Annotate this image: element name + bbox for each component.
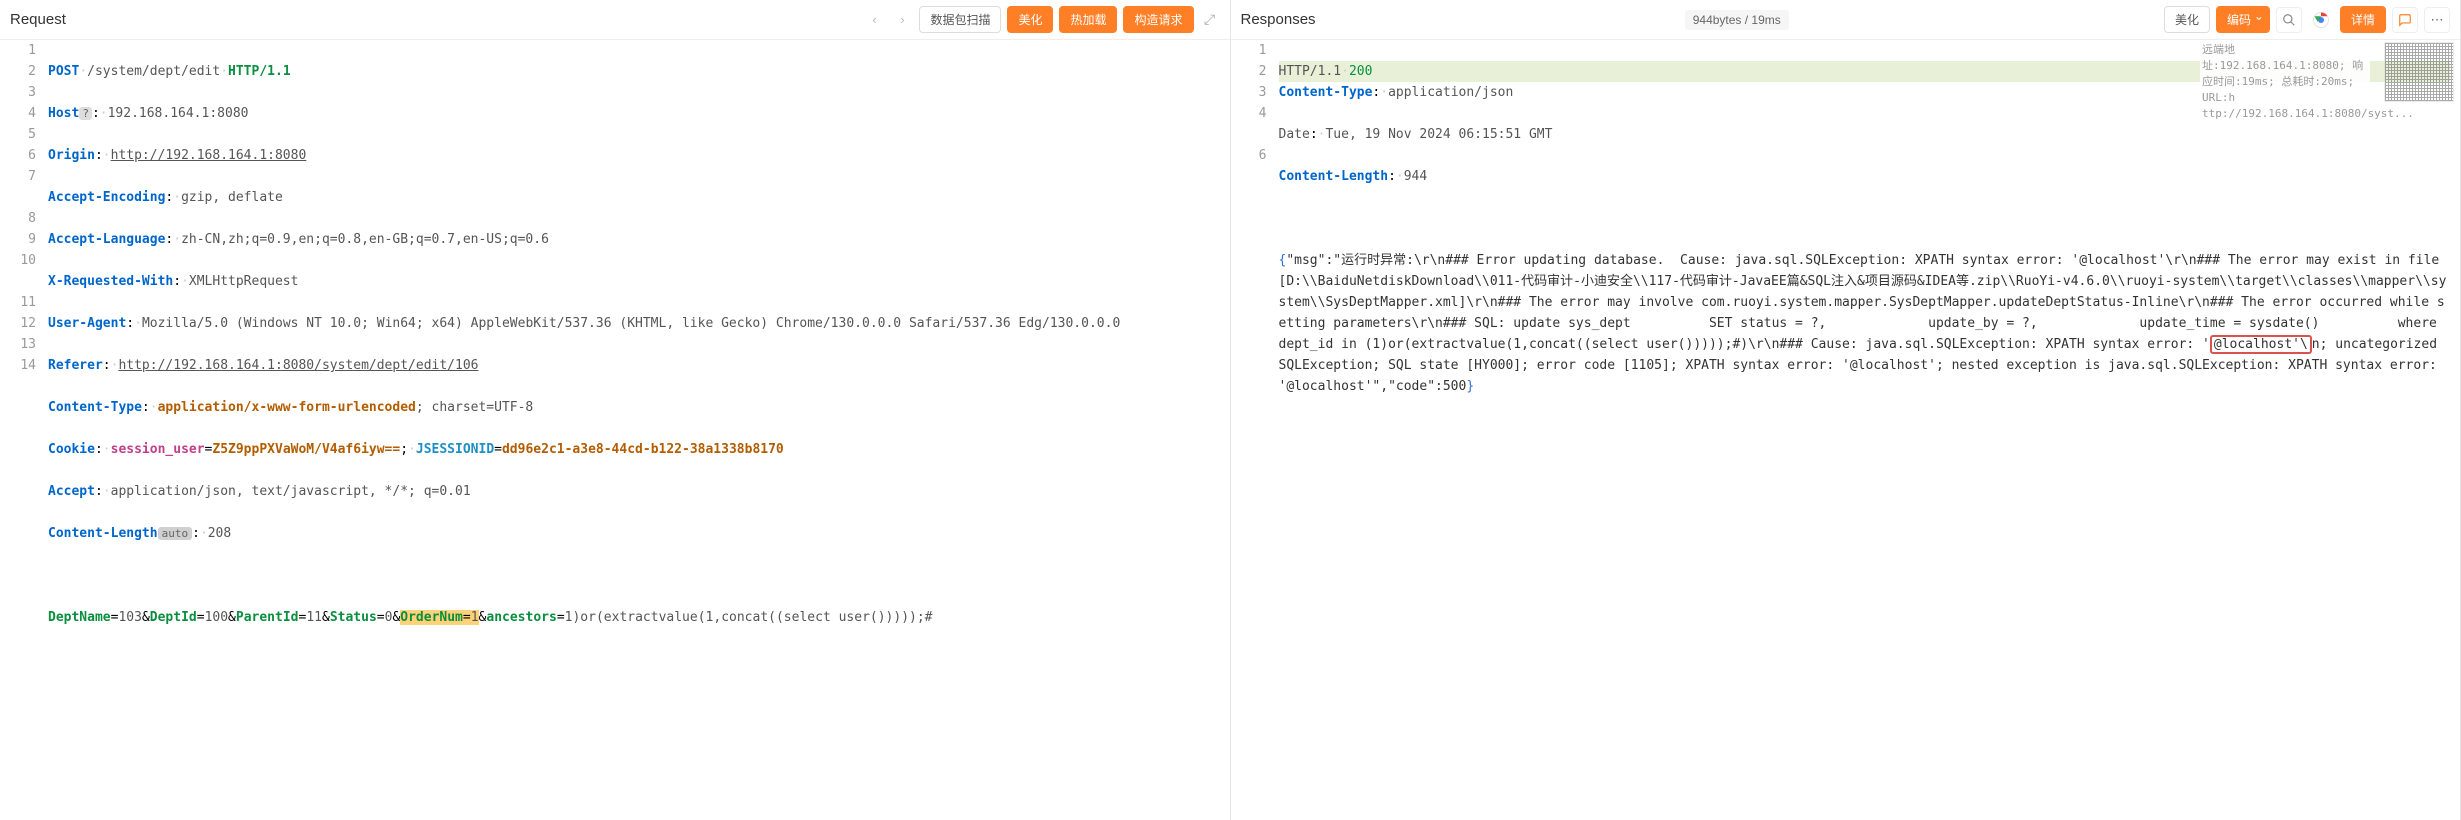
host-value: 192.168.164.1:8080 (108, 106, 249, 121)
response-gutter: 12346 (1231, 40, 1279, 820)
response-body[interactable]: {"msg":"运行时异常:\r\n### Error updating dat… (1279, 250, 2451, 397)
search-highlight: OrderNum=1 (400, 610, 478, 625)
http-method: POST (48, 64, 79, 79)
chrome-icon[interactable] (2308, 7, 2334, 33)
response-title: Responses (1241, 11, 1316, 28)
search-icon[interactable] (2276, 7, 2302, 33)
resp-date-hdr: Date (1279, 127, 1310, 142)
resp-beautify-button[interactable]: 美化 (2164, 6, 2210, 33)
response-panel: Responses 944bytes / 19ms 美化 编码 详情 ⋯ 远端地… (1231, 0, 2461, 820)
request-title: Request (10, 11, 66, 28)
response-toolbar: Responses 944bytes / 19ms 美化 编码 详情 ⋯ (1231, 0, 2461, 40)
hdr-origin: Origin (48, 148, 95, 163)
hdr-accept: Accept (48, 484, 95, 499)
req-proto: HTTP/1.1 (228, 64, 291, 79)
hotload-button[interactable]: 热加载 (1059, 6, 1117, 33)
expand-icon[interactable]: ⤢ (1200, 10, 1220, 30)
response-code[interactable]: HTTP/1.1·200 Content-Type:·application/j… (1279, 40, 2461, 820)
detail-button[interactable]: 详情 (2340, 6, 2386, 33)
hdr-cookie: Cookie (48, 442, 95, 457)
resp-clen: Content-Length (1279, 169, 1389, 184)
response-meta: 远端地址:192.168.164.1:8080; 响 应时间:19ms; 总耗时… (2200, 40, 2370, 124)
hdr-host: Host (48, 106, 79, 121)
host-badge[interactable]: ? (79, 107, 92, 120)
hdr-clen: Content-Length (48, 526, 158, 541)
hdr-accenc: Accept-Encoding (48, 190, 165, 205)
req-path: /system/dept/edit (87, 64, 220, 79)
request-panel: Request ‹ › 数据包扫描 美化 热加载 构造请求 ⤢ 12345678… (0, 0, 1231, 820)
clen-auto-badge: auto (158, 527, 193, 540)
resp-ctype: Content-Type (1279, 85, 1373, 100)
qr-thumbnail[interactable] (2384, 42, 2454, 102)
encode-button[interactable]: 编码 (2216, 6, 2270, 33)
hdr-xrw: X-Requested-With (48, 274, 173, 289)
comment-icon[interactable] (2392, 7, 2418, 33)
origin-value: http://192.168.164.1:8080 (111, 148, 307, 163)
hdr-ua: User-Agent (48, 316, 126, 331)
beautify-button[interactable]: 美化 (1007, 6, 1053, 33)
response-stat: 944bytes / 19ms (1685, 10, 1789, 30)
request-editor[interactable]: 1234567891011121314 POST·/system/dept/ed… (0, 40, 1230, 820)
request-gutter: 1234567891011121314 (0, 40, 48, 820)
request-code[interactable]: POST·/system/dept/edit·HTTP/1.1 Host?:·1… (48, 40, 1230, 820)
hdr-referer: Referer (48, 358, 103, 373)
response-editor[interactable]: 远端地址:192.168.164.1:8080; 响 应时间:19ms; 总耗时… (1231, 40, 2461, 820)
build-request-button[interactable]: 构造请求 (1123, 6, 1193, 33)
hdr-ctype: Content-Type (48, 400, 142, 415)
scan-button[interactable]: 数据包扫描 (919, 6, 1001, 33)
next-icon[interactable]: › (891, 9, 913, 31)
hdr-acclang: Accept-Language (48, 232, 165, 247)
request-toolbar: Request ‹ › 数据包扫描 美化 热加载 构造请求 ⤢ (0, 0, 1230, 40)
request-body[interactable]: DeptName=103&DeptId=100&ParentId=11&Stat… (48, 607, 1220, 628)
more-icon[interactable]: ⋯ (2424, 7, 2450, 33)
error-highlight: @localhost'\ (2210, 335, 2312, 354)
prev-icon[interactable]: ‹ (863, 9, 885, 31)
